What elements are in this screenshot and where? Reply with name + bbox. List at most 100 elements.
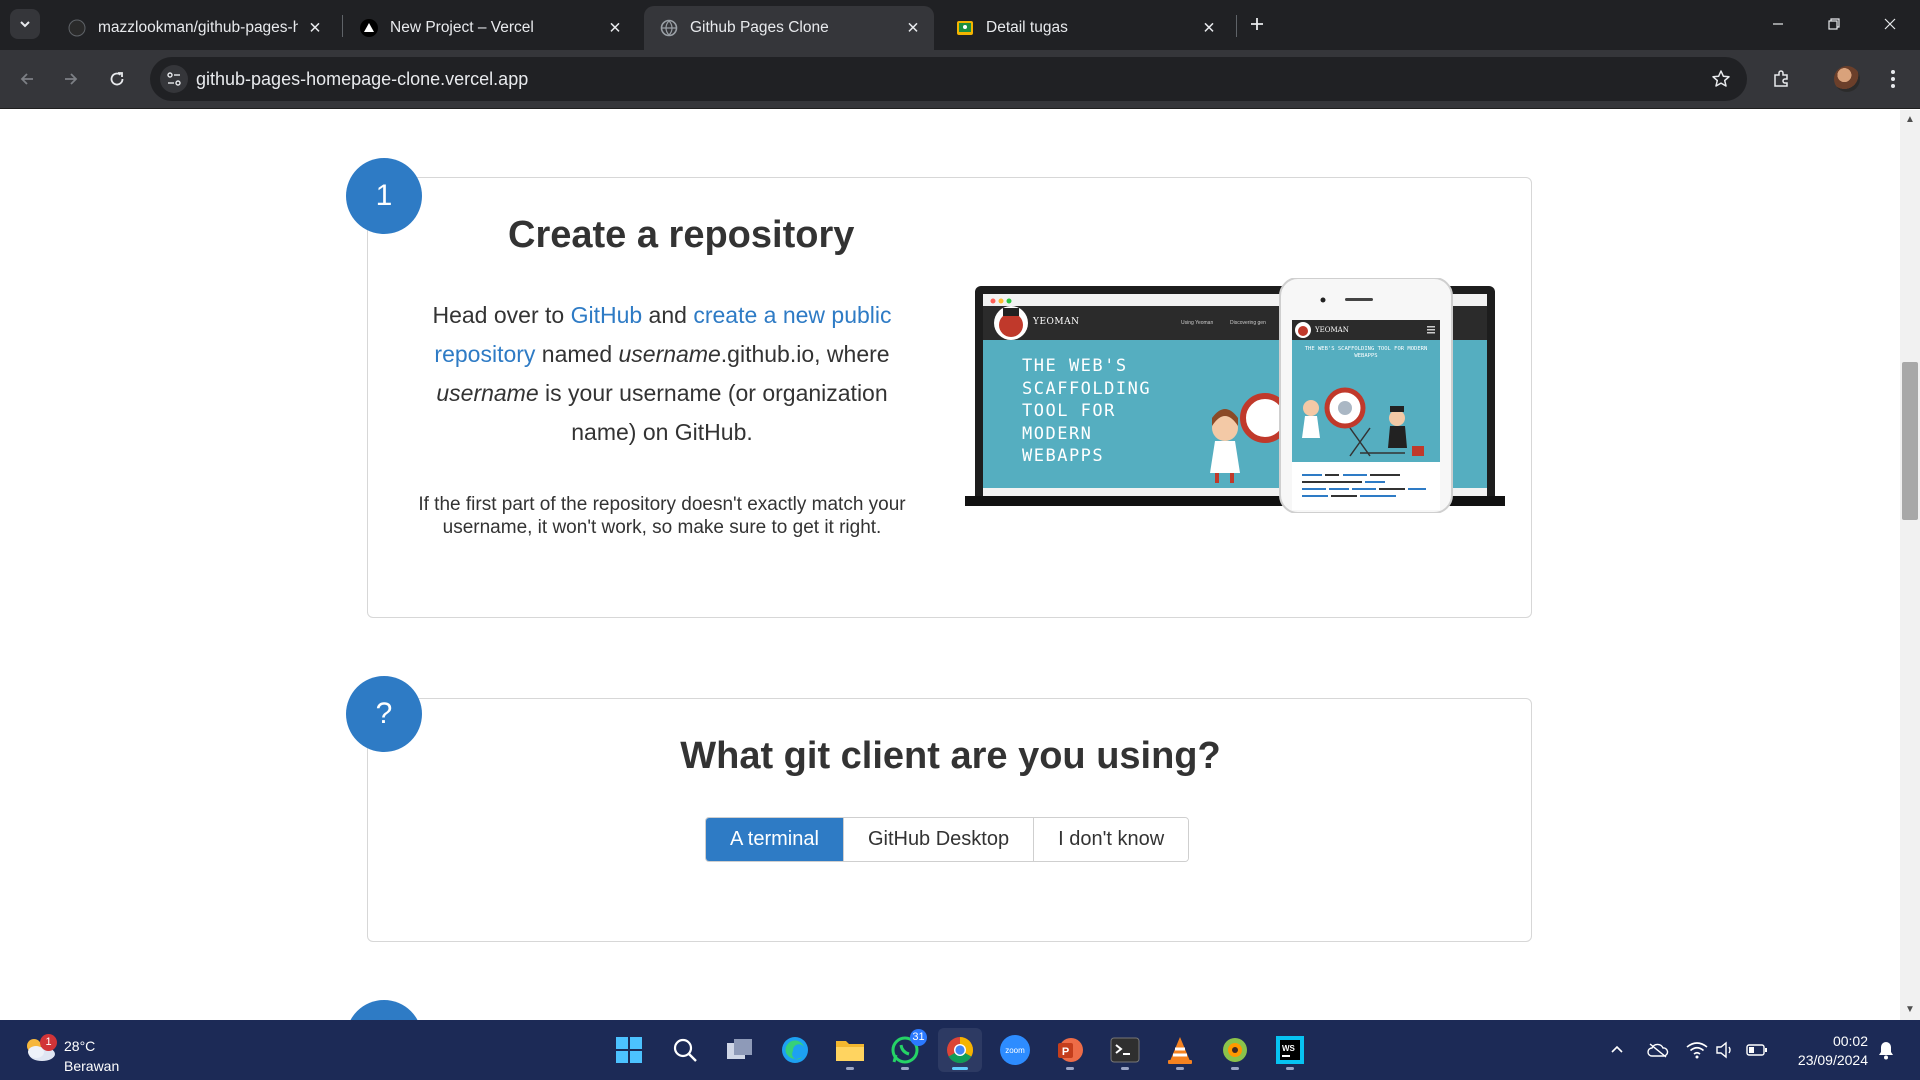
tray-onedrive[interactable] [1646,1038,1670,1062]
close-icon [1884,18,1896,30]
chameleon-icon [1223,1038,1247,1062]
tab-title: mazzlookman/github-pages-hc [98,19,298,36]
cloud-off-icon [1647,1043,1669,1058]
url-text[interactable]: github-pages-homepage-clone.vercel.app [196,69,528,90]
taskbar-terminal[interactable] [1103,1028,1147,1072]
bookmark-star-icon[interactable] [1709,67,1733,91]
new-tab-button[interactable] [1243,10,1271,38]
search-button[interactable] [663,1028,707,1072]
phone-brand: YEOMAN [1315,326,1349,334]
globe-icon [660,19,678,37]
chrome-icon [947,1037,974,1064]
running-indicator [1066,1067,1074,1070]
back-button[interactable] [10,62,44,96]
username-emphasis: username [618,341,721,367]
scroll-up-arrow[interactable]: ▲ [1904,114,1916,126]
folder-icon [836,1041,864,1061]
step-title: Create a repository [508,214,855,256]
reload-button[interactable] [100,62,134,96]
option-github-desktop-button[interactable]: GitHub Desktop [842,818,1034,861]
text-fragment: Head over to [432,302,571,328]
step-number-badge-next [346,1000,422,1020]
wifi-icon [1686,1042,1708,1059]
zoom-icon: zoom [1000,1035,1030,1065]
arrow-right-icon [65,73,78,85]
notification-center-button[interactable] [1874,1038,1898,1062]
tray-overflow-button[interactable] [1605,1038,1629,1062]
taskbar-zoom[interactable]: zoom [993,1028,1037,1072]
extensions-button[interactable] [1764,62,1798,96]
yeoman-headline: THE WEB'S SCAFFOLDING TOOL FOR MODERN WE… [1022,355,1151,468]
vlc-cone-icon [1168,1037,1192,1064]
option-terminal-button[interactable]: A terminal [706,818,843,861]
running-indicator [1286,1067,1294,1070]
clock-date: 23/09/2024 [1797,1052,1868,1068]
taskbar-chrome[interactable] [938,1028,982,1072]
running-indicator [846,1067,854,1070]
running-indicator [1121,1067,1129,1070]
headline-line: THE WEB'S [1022,356,1128,376]
address-bar[interactable]: github-pages-homepage-clone.vercel.app [150,57,1747,101]
page-scrollbar[interactable] [1900,110,1920,1020]
restore-icon [1828,18,1840,30]
task-view-button[interactable] [718,1028,762,1072]
scrollbar-thumb[interactable] [1902,362,1918,520]
site-info-icon[interactable] [160,65,188,93]
tray-wifi[interactable] [1685,1038,1709,1062]
chevron-up-icon [1611,1045,1623,1053]
step-card-create-repository: Create a repository Head over to GitHub … [367,177,1532,618]
yeoman-nav-item: Using Yeoman [1181,320,1214,326]
close-icon[interactable]: ✕ [902,17,924,39]
github-link[interactable]: GitHub [571,302,643,328]
tab-github-repo[interactable]: mazzlookman/github-pages-hc ✕ [52,6,336,50]
tab-title: Github Pages Clone [690,19,829,36]
yeoman-brand: YEOMAN [1033,317,1080,327]
profile-avatar[interactable] [1834,66,1860,92]
tab-detail-tugas[interactable]: Detail tugas ✕ [940,6,1230,50]
tab-search-button[interactable] [10,9,40,39]
windows-taskbar: 1 28°C Berawan 31 zoom P WS 00:02 23/09/… [0,1020,1920,1080]
text-fragment: is your username (or organization name) … [538,380,888,445]
system-clock[interactable]: 00:02 23/09/2024 [1768,1032,1868,1070]
taskbar-app-chameleon[interactable] [1213,1028,1257,1072]
restore-button[interactable] [1806,0,1862,48]
tab-vercel[interactable]: New Project – Vercel ✕ [344,6,636,50]
kebab-menu-icon [1891,70,1895,88]
chevron-down-icon [20,21,30,28]
github-icon [68,19,86,37]
edge-icon [782,1037,808,1063]
forward-button[interactable] [54,62,88,96]
yeoman-illustration: YEOMAN Using Yeoman Discovering gen THE … [965,277,1505,514]
tray-battery[interactable] [1745,1038,1769,1062]
taskbar-whatsapp[interactable]: 31 [883,1028,927,1072]
username-emphasis: username [436,380,539,406]
start-button[interactable] [607,1028,651,1072]
arrow-left-icon [20,73,33,85]
scroll-down-arrow[interactable]: ▼ [1904,1004,1916,1016]
taskbar-file-explorer[interactable] [828,1028,872,1072]
close-icon[interactable]: ✕ [304,17,326,39]
task-view-icon [727,1039,752,1059]
close-window-button[interactable] [1862,0,1918,48]
page-viewport: Create a repository Head over to GitHub … [0,110,1900,1020]
svg-text:P: P [1062,1046,1069,1058]
close-icon[interactable]: ✕ [604,17,626,39]
headline-line: SCAFFOLDING [1022,378,1152,399]
terminal-icon [1110,1037,1140,1063]
step-description: Head over to GitHub and create a new pub… [402,296,922,452]
taskbar-webstorm[interactable]: WS [1268,1028,1312,1072]
classroom-icon [956,19,974,37]
menu-button[interactable] [1876,62,1910,96]
battery-icon [1746,1044,1767,1056]
taskbar-vlc[interactable] [1158,1028,1202,1072]
tab-github-pages-clone[interactable]: Github Pages Clone ✕ [644,6,934,50]
option-dont-know-button[interactable]: I don't know [1033,818,1189,861]
close-icon[interactable]: ✕ [1198,17,1220,39]
text-fragment: .github.io, where [720,341,890,367]
taskbar-powerpoint[interactable]: P [1048,1028,1092,1072]
minimize-button[interactable] [1750,0,1806,48]
tab-title: Detail tugas [986,19,1068,36]
taskbar-edge[interactable] [773,1028,817,1072]
weather-widget[interactable]: 1 28°C Berawan [20,1028,180,1074]
tray-volume[interactable] [1713,1038,1737,1062]
